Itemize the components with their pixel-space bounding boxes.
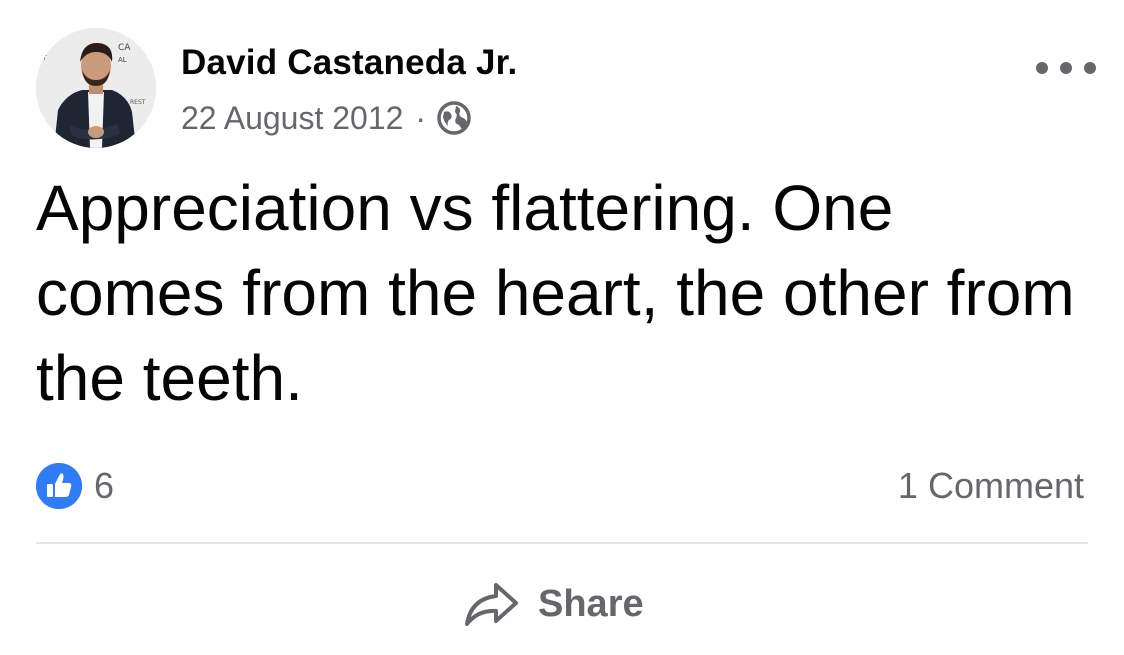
meta-separator: · <box>415 99 427 136</box>
globe-icon[interactable] <box>436 100 472 136</box>
svg-text:REST: REST <box>130 99 146 106</box>
post-date[interactable]: 22 August 2012 <box>181 100 403 137</box>
comments-count[interactable]: 1 Comment <box>898 462 1084 510</box>
more-dot <box>1060 62 1072 74</box>
svg-text:ST: ST <box>38 54 47 62</box>
share-label: Share <box>538 582 644 625</box>
more-options-button[interactable] <box>1036 54 1096 82</box>
svg-text:AL: AL <box>118 56 127 64</box>
post-text: Appreciation vs flattering. One comes fr… <box>36 172 1075 414</box>
reaction-count: 6 <box>94 465 115 506</box>
post-meta: 22 August 2012 · <box>181 98 472 138</box>
author-name[interactable]: David Castaneda Jr. <box>181 41 517 85</box>
svg-text:CA: CA <box>118 43 131 53</box>
avatar[interactable]: CA AL ST REST <box>36 28 156 148</box>
share-arrow-icon <box>462 579 520 629</box>
more-horizontal-icon <box>1036 62 1048 74</box>
like-icon <box>36 463 82 509</box>
reactions-summary[interactable]: 6 <box>36 462 114 510</box>
divider <box>36 542 1088 544</box>
facebook-post: CA AL ST REST David Castaneda Jr. 22 Aug… <box>0 0 1124 655</box>
more-dot <box>1084 62 1096 74</box>
share-button[interactable]: Share <box>462 574 644 634</box>
avatar-photo: CA AL ST REST <box>36 28 156 148</box>
